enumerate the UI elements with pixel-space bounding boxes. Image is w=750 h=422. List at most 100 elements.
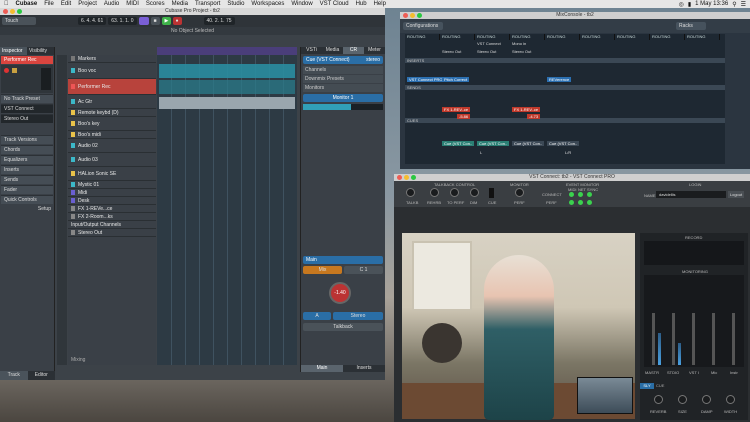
menu-list-icon[interactable]: ☰ [741, 1, 746, 8]
zoom-button[interactable] [411, 175, 416, 180]
cue-toggle[interactable] [489, 188, 494, 198]
close-button[interactable] [3, 9, 8, 14]
tab-meter[interactable]: Meter [364, 47, 385, 54]
routing-value[interactable]: Stereo Out [477, 49, 496, 54]
section-monitors[interactable]: Monitors [303, 84, 383, 92]
search-icon[interactable]: ⚲ [732, 1, 736, 8]
stereo-button[interactable]: Stereo [333, 312, 383, 320]
cue-slot[interactable]: Cue (VST Con.. [512, 141, 545, 146]
routing-value[interactable]: Stereo Out [512, 49, 531, 54]
routing-value[interactable]: VST Connect [477, 41, 501, 46]
track-row[interactable]: Boo voc [68, 63, 156, 79]
monitor-perf-knob[interactable] [515, 188, 524, 197]
zoom-button[interactable] [17, 9, 22, 14]
mix-button[interactable]: Mix [303, 266, 342, 274]
audio-event[interactable] [159, 97, 295, 109]
left-locator[interactable]: 6. 4. 4. 61 [78, 17, 107, 25]
damp-knob[interactable] [702, 395, 711, 404]
size-knob[interactable] [678, 395, 687, 404]
timeline-ruler[interactable] [157, 47, 297, 55]
track-row[interactable]: Audio 02 [68, 139, 156, 153]
tab-visibility[interactable]: Visibility [27, 47, 54, 55]
logout-button[interactable]: Logout [728, 191, 744, 198]
racks-select[interactable]: Racks [676, 22, 706, 30]
c1-button[interactable]: C 1 [344, 266, 383, 274]
sends-section[interactable]: SENDS [405, 85, 725, 90]
mic-fader[interactable] [712, 313, 715, 365]
track-row[interactable]: Boo's key [68, 117, 156, 131]
section-sends[interactable]: Sends [1, 175, 53, 184]
track-row[interactable]: Input/Output Channels [68, 221, 156, 229]
routing-value[interactable]: Mono in [512, 41, 526, 46]
send-slot[interactable]: FX 1-REV..ce [512, 107, 541, 112]
menu-vst-cloud[interactable]: VST Cloud [320, 1, 349, 7]
cue-tab[interactable]: CUE [656, 383, 670, 389]
record-enable-icon[interactable] [4, 68, 9, 73]
right-locator[interactable]: 63. 1. 1. 0 [108, 17, 137, 25]
audio-event[interactable] [159, 64, 295, 78]
cycle-button[interactable] [138, 17, 149, 25]
apple-icon[interactable]:  [4, 1, 9, 7]
a-button[interactable]: A [303, 312, 331, 320]
cue-slot[interactable]: Cue (VST Con.. [477, 141, 510, 146]
monitor-icon[interactable] [12, 68, 17, 73]
stop-button[interactable]: ■ [150, 17, 160, 25]
track-row[interactable]: HALion Sonic SE [68, 167, 156, 181]
close-button[interactable] [403, 13, 408, 18]
to-perf-knob[interactable] [450, 188, 459, 197]
menu-studio[interactable]: Studio [227, 1, 244, 7]
talkback-knob[interactable] [406, 188, 415, 197]
menu-audio[interactable]: Audio [104, 1, 119, 7]
output-routing-field[interactable]: Stereo Out [1, 114, 53, 123]
cue-selector[interactable]: Cue (VST Connect) stereo [303, 56, 383, 64]
configurations-select[interactable]: Configurations [403, 22, 443, 30]
menu-edit[interactable]: Edit [61, 1, 71, 7]
cues-section[interactable]: CUES [405, 118, 725, 123]
minimize-button[interactable] [404, 175, 409, 180]
insert-slot[interactable]: REVerence [547, 77, 572, 82]
insert-slot[interactable]: VST Connect PRO [407, 77, 445, 82]
inserts-section[interactable]: INSERTS [405, 58, 725, 63]
track-row[interactable]: Remote keybd (D) [68, 109, 156, 117]
menu-help[interactable]: Help [374, 1, 386, 7]
track-row[interactable]: FX 1-REVe...ce [68, 205, 156, 213]
tab-media[interactable]: Media [322, 47, 343, 54]
section-fader[interactable]: Fader [1, 185, 53, 194]
inspector-selected-track[interactable]: Performer Rec [1, 56, 53, 64]
studio-fader[interactable] [672, 313, 675, 365]
track-row[interactable]: Audio 03 [68, 153, 156, 167]
record-button[interactable]: ● [172, 17, 182, 25]
tab-cr[interactable]: CR [343, 47, 364, 54]
audio-event[interactable] [159, 80, 295, 94]
master-fader[interactable] [652, 313, 655, 365]
minimize-button[interactable] [10, 9, 15, 14]
send-level[interactable]: -4.73 [527, 114, 541, 119]
cue-slot[interactable]: Cue (VST Con.. [547, 141, 580, 146]
name-field[interactable]: davidellis [656, 191, 726, 198]
section-quick-controls[interactable]: Quick Controls [1, 195, 53, 204]
menu-midi[interactable]: MIDI [126, 1, 139, 7]
close-button[interactable] [397, 175, 402, 180]
track-row-selected[interactable]: Performer Rec [68, 79, 156, 95]
tab-track[interactable]: Track [0, 371, 28, 380]
send-slot[interactable]: FX 1-REV..ce [442, 107, 471, 112]
rehearsal-knob[interactable] [430, 188, 439, 197]
arrange-area[interactable] [157, 55, 297, 365]
tab-vsti[interactable]: VSTi [301, 47, 322, 54]
menu-window[interactable]: Window [291, 1, 312, 7]
wifi-icon[interactable]: ◎ [679, 1, 684, 8]
tab-inserts[interactable]: Inserts [343, 365, 385, 372]
track-row[interactable]: Midi [68, 189, 156, 197]
dim-knob[interactable] [470, 188, 479, 197]
track-row[interactable]: Boo's midi [68, 131, 156, 139]
minimize-button[interactable] [410, 13, 415, 18]
vsti-fader[interactable] [692, 313, 695, 365]
reverb-knob[interactable] [654, 395, 663, 404]
tab-main[interactable]: Main [301, 365, 343, 372]
width-knob[interactable] [726, 395, 735, 404]
track-preset-field[interactable]: No Track Preset [1, 94, 53, 103]
section-equalizers[interactable]: Equalizers [1, 155, 53, 164]
talkback-button[interactable]: Talkback [303, 323, 383, 331]
send-level[interactable]: -5.86 [457, 114, 471, 119]
section-downmix-presets[interactable]: Downmix Presets [303, 75, 383, 83]
